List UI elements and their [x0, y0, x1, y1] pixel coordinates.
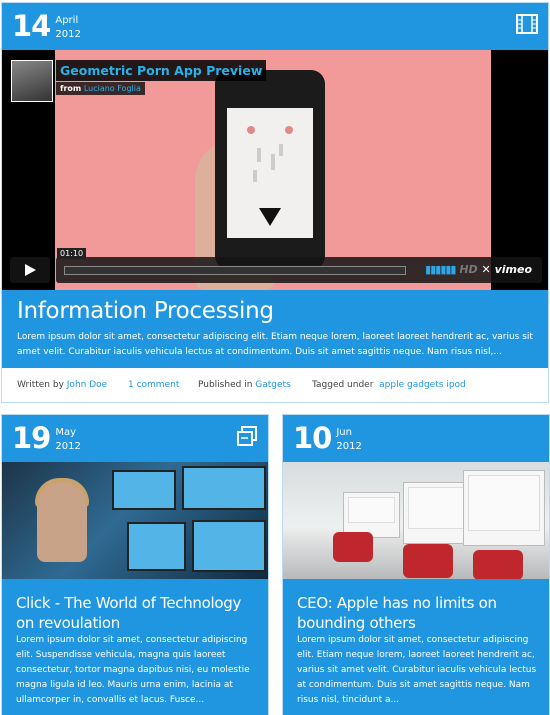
- post-day: 14: [12, 9, 51, 43]
- video-from-label: from: [60, 84, 82, 93]
- post-month: May: [55, 427, 77, 438]
- video-controls: ▮▮▮▮▮▮ HD ✕ vimeo 01:10: [10, 248, 542, 283]
- post-year: 2012: [336, 441, 362, 452]
- tag-link-apple[interactable]: apple: [379, 380, 404, 390]
- post-title[interactable]: Information Processing: [17, 298, 274, 324]
- post-card-information-processing: 14 April 2012 Geometric Porn App Preview…: [2, 3, 548, 402]
- video-byline: from Luciano Foglia: [56, 82, 145, 95]
- video-progress-bar[interactable]: [64, 266, 406, 275]
- play-button[interactable]: [10, 257, 50, 283]
- post-card-ceo-apple: 10 Jun 2012 CEO: Apple has no limits on …: [283, 415, 549, 715]
- video-time: 01:10: [57, 248, 87, 259]
- post-title[interactable]: Click - The World of Technology on revou…: [16, 593, 256, 633]
- video-title[interactable]: Geometric Porn App Preview: [56, 60, 267, 81]
- meta-written-by: Written by John Doe: [17, 380, 107, 390]
- tag-link-ipod[interactable]: ipod: [446, 380, 465, 390]
- post-excerpt: Lorem ipsum dolor sit amet, consectetur …: [17, 332, 533, 357]
- post-thumbnail[interactable]: [283, 462, 549, 579]
- gallery-icon: [237, 426, 257, 446]
- category-link[interactable]: Gatgets: [255, 380, 291, 390]
- post-meta: Written by John Doe 1 comment Published …: [2, 368, 548, 402]
- fullscreen-icon[interactable]: ✕: [482, 263, 491, 276]
- post-day: 10: [293, 421, 332, 455]
- post-year: 2012: [55, 441, 81, 452]
- meta-tags: Tagged under apple gadgets ipod: [312, 380, 466, 390]
- video-control-bar: ▮▮▮▮▮▮ HD ✕ vimeo: [56, 257, 542, 283]
- volume-icon[interactable]: ▮▮▮▮▮▮: [425, 263, 456, 276]
- video-author-link[interactable]: Luciano Foglia: [84, 84, 141, 93]
- published-in-label: Published in: [198, 380, 253, 390]
- post-month: Jun: [336, 427, 352, 438]
- video-player[interactable]: Geometric Porn App Preview from Luciano …: [2, 50, 548, 290]
- post-date: 14 April 2012: [12, 11, 81, 42]
- comments-link[interactable]: 1 comment: [128, 380, 179, 390]
- hd-button[interactable]: HD: [459, 263, 477, 276]
- tag-link-gadgets[interactable]: gadgets: [407, 380, 443, 390]
- vimeo-logo[interactable]: vimeo: [495, 263, 532, 276]
- video-author-avatar[interactable]: [11, 60, 53, 102]
- post-title[interactable]: CEO: Apple has no limits on bounding oth…: [297, 593, 537, 633]
- post-thumbnail[interactable]: [2, 462, 268, 579]
- post-date: 19 May 2012: [12, 423, 81, 454]
- film-icon: [516, 14, 538, 34]
- post-year: 2012: [55, 29, 81, 40]
- post-day: 19: [12, 421, 51, 455]
- post-card-click: 19 May 2012 Click - The World of Technol…: [2, 415, 268, 715]
- author-link[interactable]: John Doe: [67, 380, 107, 390]
- post-month: April: [55, 15, 79, 26]
- post-date: 10 Jun 2012: [293, 423, 362, 454]
- tagged-under-label: Tagged under: [312, 380, 374, 390]
- post-excerpt: Lorem ipsum dolor sit amet, consectetur …: [297, 635, 537, 705]
- written-by-label: Written by: [17, 380, 64, 390]
- meta-published-in: Published in Gatgets: [198, 380, 291, 390]
- phone-graphic: [215, 70, 325, 270]
- post-excerpt: Lorem ipsum dolor sit amet, consectetur …: [16, 635, 250, 705]
